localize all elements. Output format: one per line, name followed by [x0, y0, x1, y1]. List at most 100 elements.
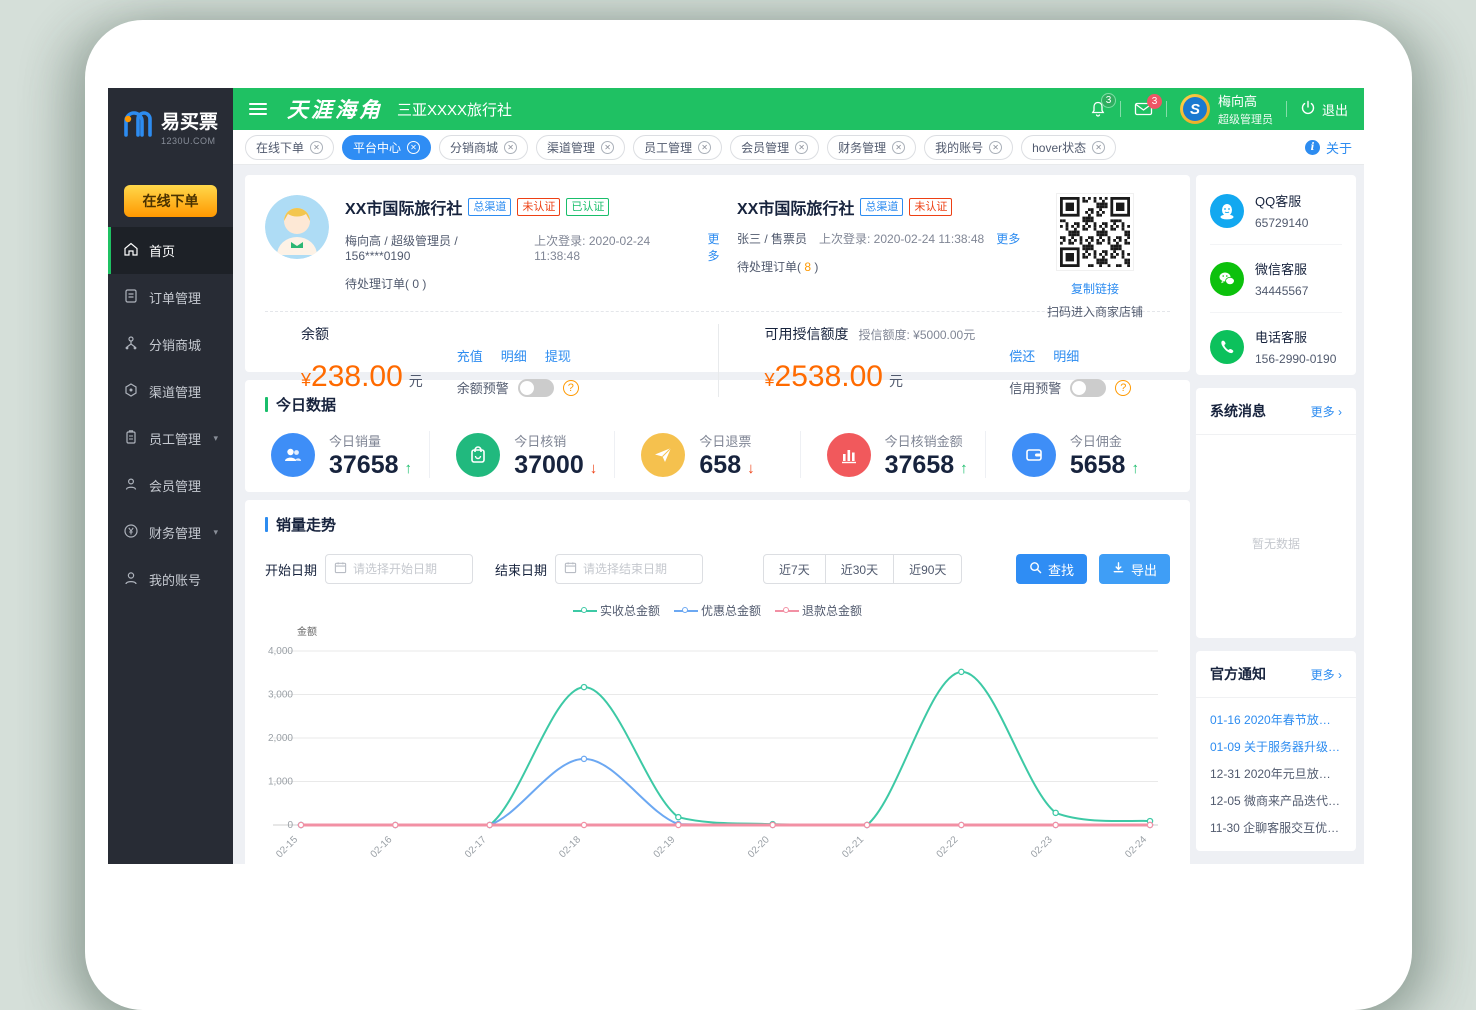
bell-badge: 3	[1101, 93, 1116, 108]
end-date-field[interactable]	[555, 554, 703, 584]
hamburger-menu-icon[interactable]	[249, 103, 267, 115]
close-icon[interactable]: ✕	[989, 141, 1002, 154]
tab-label: 会员管理	[741, 139, 789, 156]
tab-hover-state[interactable]: hover状态✕	[1021, 135, 1116, 160]
tab-platform-center[interactable]: 平台中心✕	[342, 135, 431, 160]
paper-plane-icon	[641, 433, 685, 477]
sidebar-item-label: 我的账号	[149, 570, 201, 589]
online-order-button[interactable]: 在线下单	[124, 185, 217, 217]
stat-value: 658	[699, 453, 741, 478]
balance-warn-toggle[interactable]	[518, 379, 554, 397]
credit-label: 可用授信额度授信额度: ¥5000.00元	[765, 324, 976, 344]
sidebar-item-label: 财务管理	[149, 523, 201, 542]
export-button[interactable]: 导出	[1099, 554, 1170, 584]
sidebar-item-distribution[interactable]: 分销商城	[108, 321, 233, 368]
recharge-link[interactable]: 充值	[457, 346, 483, 365]
qq-service-item[interactable]: QQ客服 65729140	[1210, 177, 1342, 245]
tab-my-account[interactable]: 我的账号✕	[924, 135, 1013, 160]
divider	[1120, 101, 1121, 117]
end-date-input[interactable]	[583, 562, 694, 576]
sidebar-item-finance[interactable]: 财务管理 ▾	[108, 509, 233, 556]
sales-trend-card: 销量走势 开始日期 结束日期	[245, 500, 1190, 864]
mail-icon[interactable]: 3	[1134, 101, 1153, 117]
logo-mark-icon	[120, 107, 154, 146]
close-icon[interactable]: ✕	[310, 141, 323, 154]
svg-text:3,000: 3,000	[268, 690, 293, 701]
stat-today-redeemed: 今日核销 37000↓	[429, 431, 614, 478]
empty-state: 暂无数据	[1196, 535, 1356, 552]
phone-service-item[interactable]: 电话客服 156-2990-0190	[1210, 313, 1342, 380]
more-link[interactable]: 更多	[708, 230, 731, 264]
stat-today-redeem-amount: 今日核销金额 37658↑	[800, 431, 985, 478]
notice-item[interactable]: 12-05 微商来产品迭代更新（2019...	[1210, 788, 1342, 815]
credit-warn-toggle[interactable]	[1070, 379, 1106, 397]
sidebar-item-label: 首页	[149, 241, 175, 260]
balance-amount: ¥238.00元	[301, 360, 423, 394]
more-link[interactable]: 更多	[996, 230, 1020, 247]
stat-label: 今日佣金	[1070, 431, 1139, 450]
section-bar	[265, 397, 268, 412]
download-icon	[1112, 561, 1125, 577]
close-icon[interactable]: ✕	[504, 141, 517, 154]
wechat-service-item[interactable]: 微信客服 34445567	[1210, 245, 1342, 313]
close-icon[interactable]: ✕	[407, 141, 420, 154]
repay-link[interactable]: 偿还	[1009, 346, 1035, 365]
legend-item-refund[interactable]: 退款总金额	[775, 602, 862, 619]
notice-item[interactable]: 12-31 2020年元旦放假通知	[1210, 761, 1342, 788]
detail-link[interactable]: 明细	[501, 346, 527, 365]
channel-icon	[123, 382, 139, 401]
legend-label: 退款总金额	[802, 602, 862, 619]
stat-value: 37658	[329, 453, 399, 478]
legend-item-discount[interactable]: 优惠总金额	[674, 602, 761, 619]
user-menu[interactable]: S 梅向高 超级管理员	[1180, 91, 1273, 127]
range-90d-button[interactable]: 近90天	[893, 554, 962, 584]
start-date-input[interactable]	[353, 562, 464, 576]
messages-more-link[interactable]: 更多 ›	[1311, 403, 1342, 420]
svg-text:0: 0	[287, 820, 293, 831]
sidebar-item-channels[interactable]: 渠道管理	[108, 368, 233, 415]
start-date-field[interactable]	[325, 554, 473, 584]
notice-item[interactable]: 01-09 关于服务器升级维护的通知	[1210, 734, 1342, 761]
detail-link[interactable]: 明细	[1053, 346, 1079, 365]
help-icon[interactable]: ?	[563, 380, 579, 396]
system-messages-card: 系统消息 更多 › 暂无数据	[1196, 388, 1356, 638]
balance-label: 余额	[301, 324, 423, 344]
legend-item-received[interactable]: 实收总金额	[573, 602, 660, 619]
sidebar-item-staff[interactable]: 员工管理 ▾	[108, 415, 233, 462]
sidebar-item-members[interactable]: 会员管理	[108, 462, 233, 509]
close-icon[interactable]: ✕	[795, 141, 808, 154]
copy-link[interactable]: 复制链接	[1040, 280, 1150, 297]
tab-channel-mgmt[interactable]: 渠道管理 ✕	[536, 135, 625, 160]
close-icon[interactable]: ✕	[1092, 141, 1105, 154]
tab-online-order[interactable]: 在线下单✕	[245, 135, 334, 160]
search-button[interactable]: 查找	[1016, 554, 1087, 584]
sidebar-item-home[interactable]: 首页	[108, 227, 233, 274]
withdraw-link[interactable]: 提现	[545, 346, 571, 365]
tab-distribution-mall[interactable]: 分销商城✕	[439, 135, 528, 160]
trend-arrow-icon: ↓	[590, 460, 598, 478]
logout-button[interactable]: 退出	[1300, 100, 1348, 119]
export-label: 导出	[1131, 560, 1157, 579]
sidebar-item-account[interactable]: 我的账号	[108, 556, 233, 603]
tab-staff-mgmt[interactable]: 员工管理✕	[633, 135, 722, 160]
close-icon[interactable]: ✕	[601, 141, 614, 154]
range-30d-button[interactable]: 近30天	[825, 554, 894, 584]
range-7d-button[interactable]: 近7天	[763, 554, 826, 584]
chevron-down-icon: ▾	[213, 527, 218, 538]
users-icon	[271, 433, 315, 477]
tab-label: 渠道管理	[547, 139, 595, 156]
notices-more-link[interactable]: 更多 ›	[1311, 666, 1342, 683]
tab-finance-mgmt[interactable]: 财务管理✕	[827, 135, 916, 160]
pending-orders: 待处理订单( 0 )	[345, 275, 731, 292]
tab-member-mgmt[interactable]: 会员管理 ✕	[730, 135, 819, 160]
mail-badge: 3	[1147, 94, 1162, 109]
notice-item[interactable]: 01-16 2020年春节放假通知	[1210, 707, 1342, 734]
network-icon	[123, 335, 139, 354]
sidebar-item-orders[interactable]: 订单管理	[108, 274, 233, 321]
close-icon[interactable]: ✕	[698, 141, 711, 154]
help-icon[interactable]: ?	[1115, 380, 1131, 396]
close-icon[interactable]: ✕	[892, 141, 905, 154]
notification-bell-icon[interactable]: 3	[1089, 100, 1107, 118]
notice-item[interactable]: 11-30 企聊客服交互优化更新	[1210, 815, 1342, 842]
about-link[interactable]: i 关于	[1305, 138, 1352, 157]
